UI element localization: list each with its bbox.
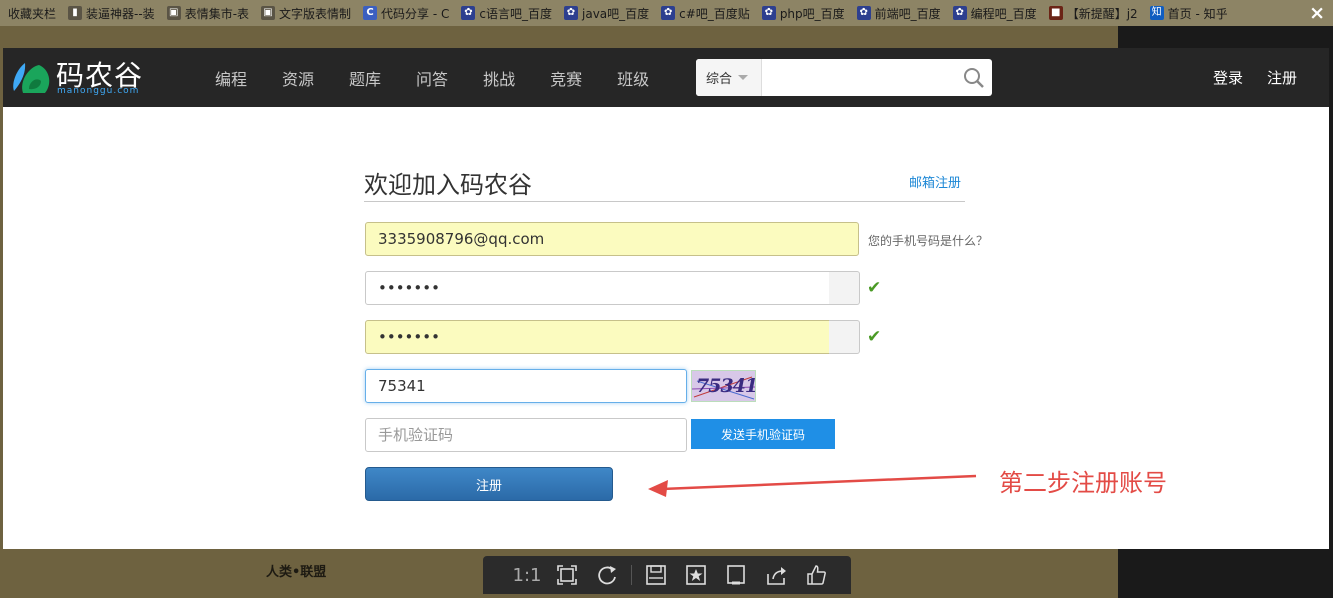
image-icon: ▣ [166,6,181,20]
viewer-toolbar: 1:1 [483,556,851,594]
save-icon [646,565,666,585]
chevron-down-icon [738,75,749,80]
c-icon: C [363,6,378,20]
main-nav: 编程 资源 题库 问答 挑战 竞赛 班级 [215,48,684,107]
nav-item-programming[interactable]: 编程 [215,66,247,90]
favorite-link[interactable]: 知首页 - 知乎 [1149,5,1228,22]
register-link[interactable]: 注册 [1267,67,1297,88]
annotation-arrow-icon [648,474,977,497]
baidu-paw-icon: ✿ [856,6,871,20]
send-sms-code-button[interactable]: 发送手机验证码 [691,419,835,449]
baidu-paw-icon: ✿ [761,6,776,20]
share-icon [767,567,786,585]
save-button[interactable] [636,556,676,594]
captcha-image[interactable]: 75341 [691,370,756,402]
favorite-link[interactable]: ✿ c语言吧_百度 [461,5,552,22]
nav-item-class[interactable]: 班级 [617,66,649,90]
favorite-link[interactable]: C 代码分享 - C [363,5,449,22]
like-button[interactable] [796,556,836,594]
form-title: 欢迎加入码农谷 [364,171,532,199]
password-valid-check-icon: ✔ [867,278,882,298]
site-header: 码农谷 manonggu.com 编程 资源 题库 问答 挑战 竞赛 班级 综合… [3,48,1329,107]
open-button[interactable] [716,556,756,594]
nav-item-qa[interactable]: 问答 [416,66,448,90]
nav-item-challenge[interactable]: 挑战 [483,66,515,90]
background-footer-text: 人类•联盟 [266,565,327,580]
favorites-bar-label[interactable]: 收藏夹栏 [8,5,56,22]
forum-icon: ■ [1048,6,1063,20]
site-logo[interactable]: 码农谷 manonggu.com [11,56,161,100]
account-hint: 您的手机号码是什么？ [868,234,989,248]
favorite-link[interactable]: ✿ c#吧_百度贴 [661,5,750,22]
captcha-input[interactable] [365,369,687,403]
sms-code-input[interactable] [365,418,687,452]
favorite-link[interactable]: ✿ 编程吧_百度 [952,5,1037,22]
confirm-password-field[interactable] [365,320,830,354]
title-divider [364,201,965,202]
confirm-password-valid-check-icon: ✔ [867,327,882,347]
logo-domain: manonggu.com [57,86,140,96]
favorite-link[interactable]: ✿ java吧_百度 [564,5,649,22]
image-icon: ▣ [261,6,276,20]
password-visibility-toggle[interactable] [829,271,860,305]
share-button[interactable] [756,556,796,594]
search-bar: 综合 [696,59,992,96]
password-field[interactable] [365,271,830,305]
favorite-button[interactable] [676,556,716,594]
rotate-icon [598,566,616,585]
favorite-link[interactable]: ■ 【新提醒】j2 [1048,5,1138,22]
search-category-select[interactable]: 综合 [696,59,762,96]
search-input[interactable] [762,59,956,96]
logo-mark-icon [13,63,50,93]
rotate-button[interactable] [587,556,627,594]
nav-item-contest[interactable]: 竞赛 [550,66,582,90]
favorite-link[interactable]: ▮ 装逼神器--装 [68,5,155,22]
nav-item-questions[interactable]: 题库 [349,66,381,90]
favorite-link[interactable]: ▣ 表情集市-表 [166,5,249,22]
fit-screen-icon [557,565,577,585]
baidu-paw-icon: ✿ [461,6,476,20]
register-submit-button[interactable]: 注册 [365,467,613,501]
thumbs-up-icon [807,565,826,585]
toolbar-divider [631,565,632,585]
baidu-paw-icon: ✿ [952,6,967,20]
fit-screen-button[interactable] [547,556,587,594]
email-register-link[interactable]: 邮箱注册 [909,172,961,191]
baidu-paw-icon: ✿ [564,6,578,20]
favorite-link[interactable]: ✿ 前端吧_百度 [856,5,941,22]
star-icon [686,565,706,585]
annotation-text: 第二步注册账号 [999,469,1167,497]
favorite-link[interactable]: ▣ 文字版表情制 [261,5,351,22]
baidu-paw-icon: ✿ [661,6,676,20]
close-viewer-button[interactable]: × [1309,3,1325,23]
zhihu-icon: 知 [1149,6,1164,20]
confirm-password-visibility-toggle[interactable] [829,320,860,354]
actual-size-button[interactable]: 1:1 [507,556,547,594]
favorites-bar: 收藏夹栏 ▮ 装逼神器--装 ▣ 表情集市-表 ▣ 文字版表情制 C 代码分享 - C … [0,0,1333,26]
account-field[interactable] [365,222,859,256]
search-icon[interactable] [956,59,992,96]
tablet-icon [727,565,745,585]
auth-links: 登录 注册 [1189,48,1297,107]
bookmark-icon: ▮ [68,6,83,20]
favorite-link[interactable]: ✿ php吧_百度 [761,5,845,22]
nav-item-resources[interactable]: 资源 [282,66,314,90]
login-link[interactable]: 登录 [1213,67,1243,88]
